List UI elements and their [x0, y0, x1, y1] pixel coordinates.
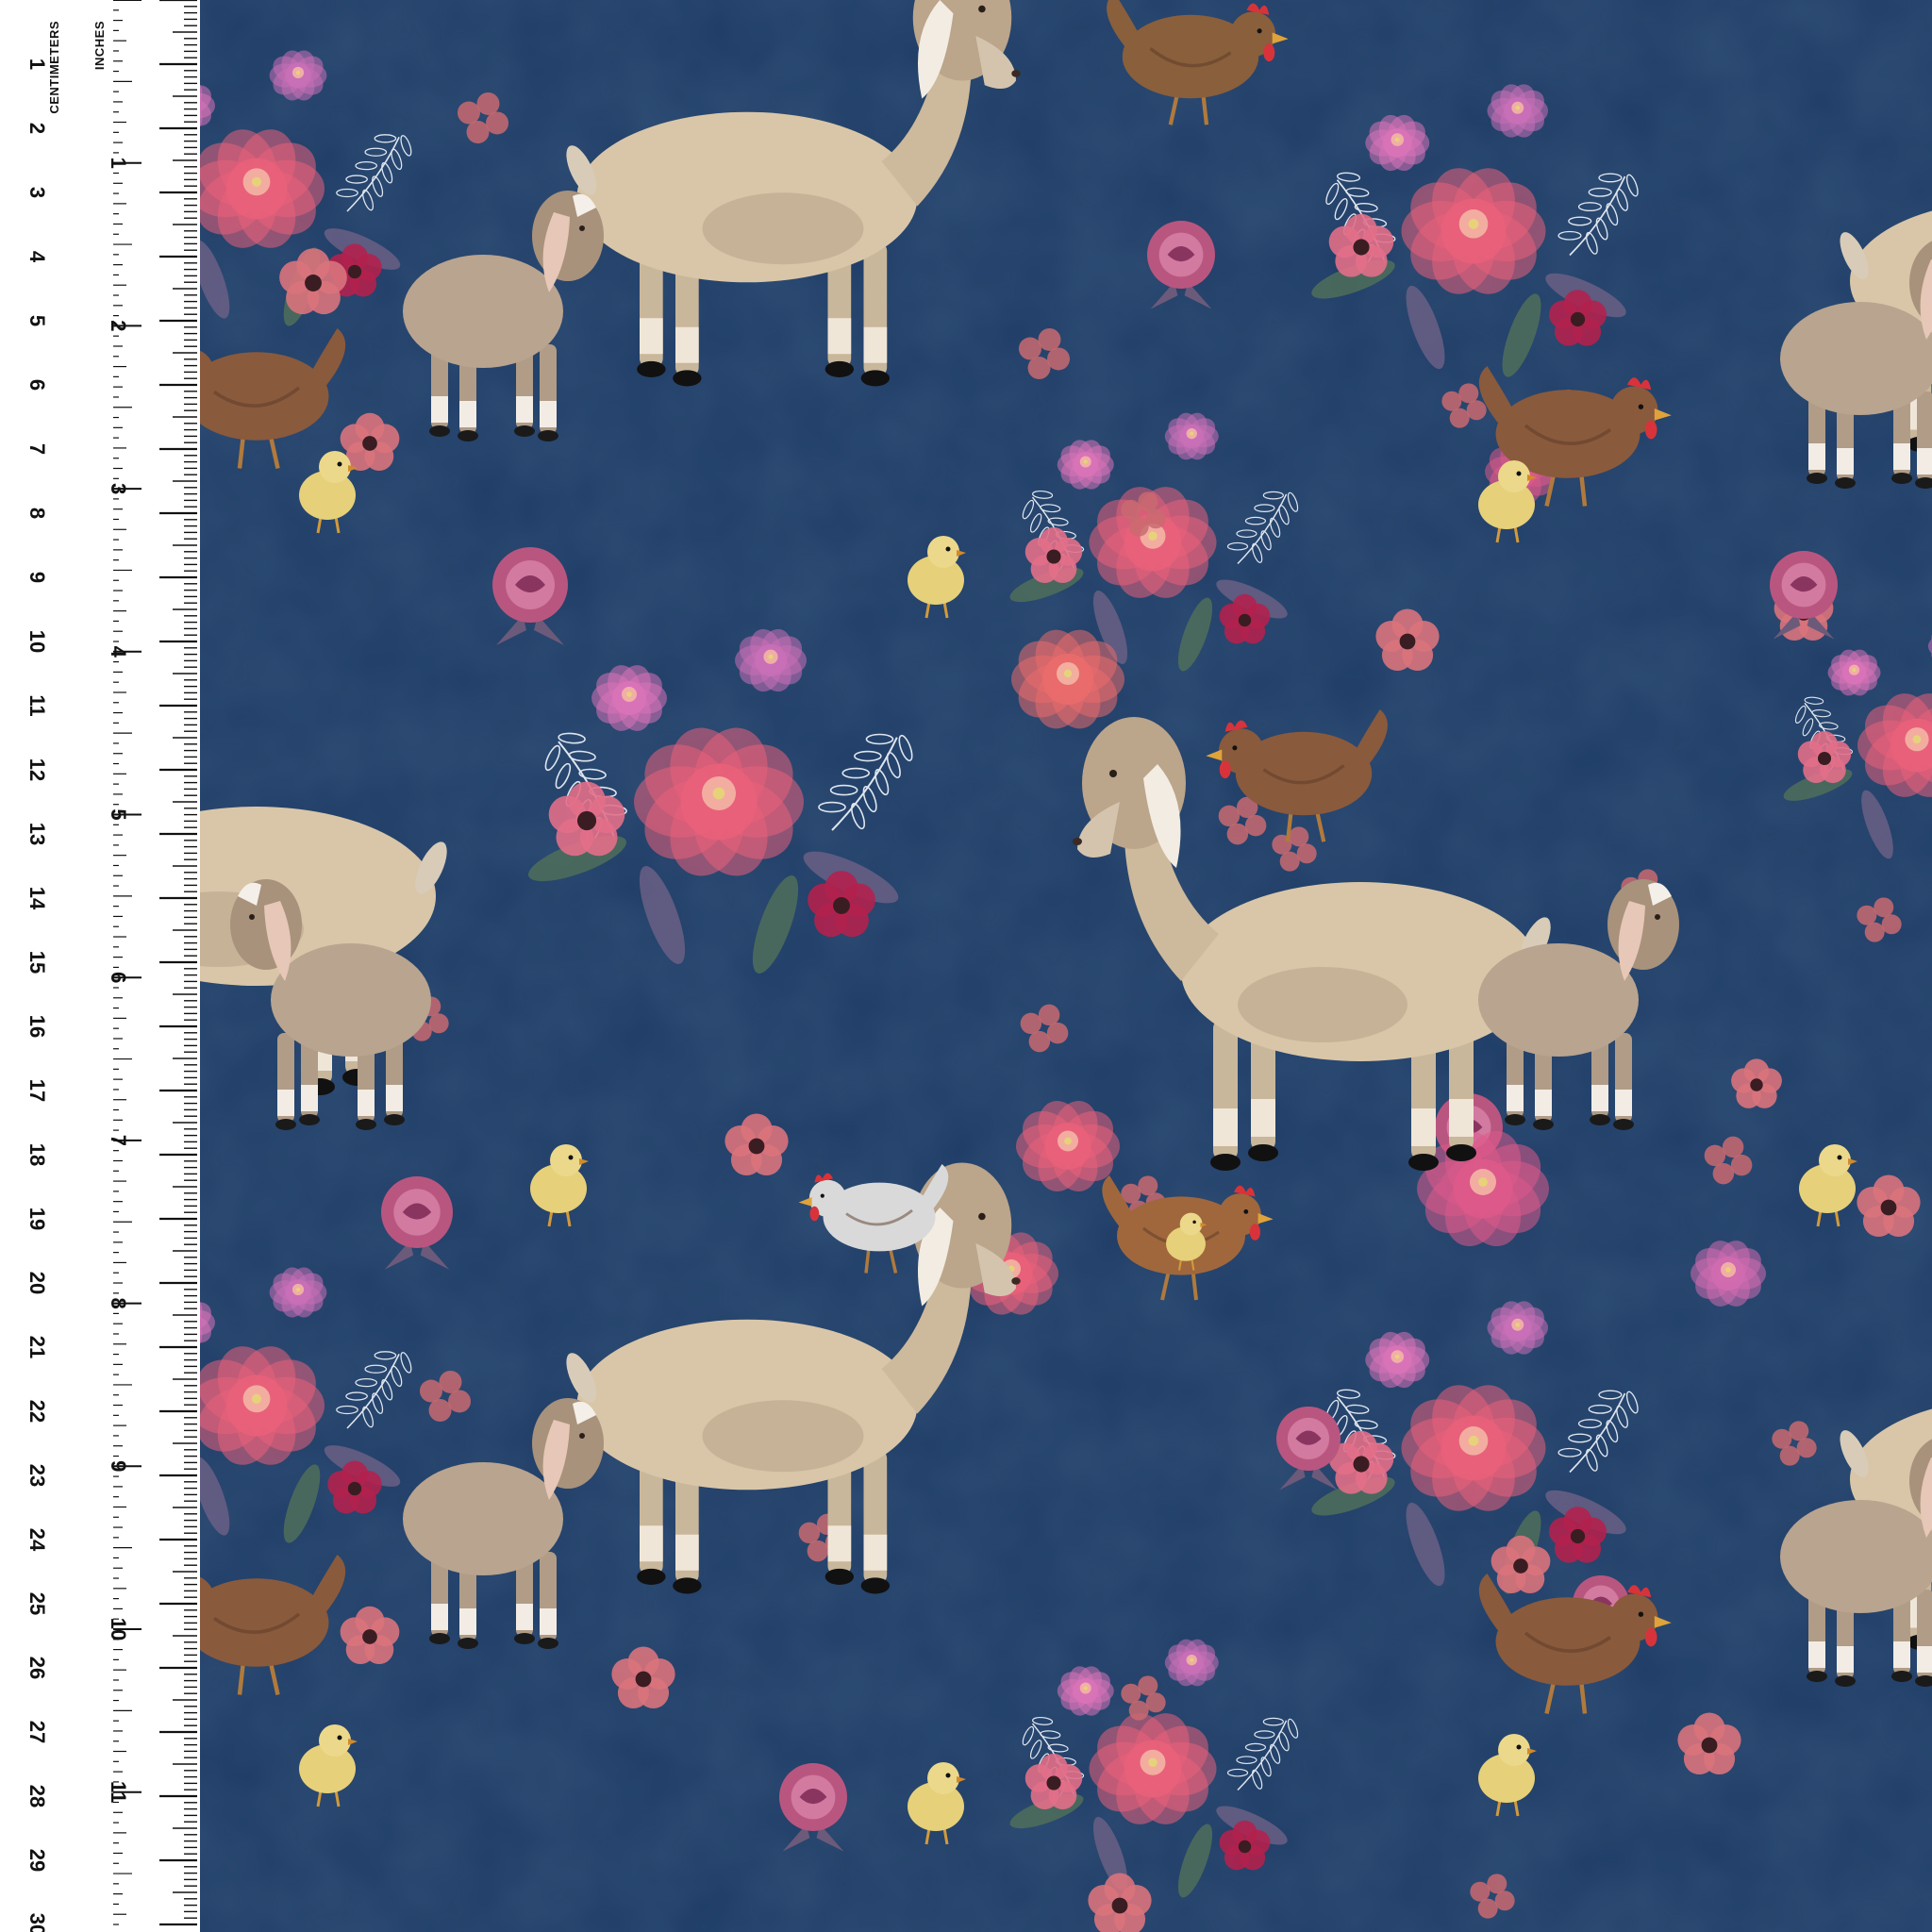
ruler-cm-title: CENTIMETERS	[47, 21, 61, 114]
ruler-cm-number: 27	[25, 1721, 49, 1743]
ruler-inch-number: 11	[107, 1781, 130, 1803]
fabric-pattern	[200, 0, 1932, 1932]
ruler-cm-number: 13	[25, 823, 49, 845]
ruler-cm-number: 4	[25, 251, 49, 263]
ruler-inch-number: 4	[107, 646, 130, 658]
ruler-cm-number: 8	[25, 508, 49, 519]
ruler-cm-number: 25	[25, 1592, 49, 1615]
ruler-cm-number: 28	[25, 1785, 49, 1807]
ruler-cm-number: 21	[25, 1336, 49, 1358]
ruler-cm-number: 18	[25, 1143, 49, 1166]
ruler-cm-number: 14	[25, 887, 49, 910]
ruler-cm-number: 30	[25, 1913, 49, 1932]
ruler-inch-number: 2	[107, 320, 130, 331]
ruler-cm-number: 6	[25, 379, 49, 391]
ruler-cm-number: 19	[25, 1208, 49, 1230]
fabric-print-area	[200, 0, 1932, 1932]
ruler-cm-number: 20	[25, 1272, 49, 1294]
ruler-cm-number: 1	[25, 58, 49, 70]
ruler-cm-number: 22	[25, 1400, 49, 1423]
ruler-inch-number: 6	[107, 972, 130, 983]
ruler-inch-number: 5	[107, 808, 130, 820]
ruler-inch-title: INCHES	[92, 21, 107, 71]
ruler-cm-number: 7	[25, 443, 49, 455]
ruler-cm-number: 23	[25, 1464, 49, 1487]
ruler-ticks: 1234567891011121314151617181920212223242…	[25, 0, 197, 1932]
ruler-cm-number: 17	[25, 1079, 49, 1102]
measuring-ruler: 1 2 3 4 5 6 7 8 9 10 11 12 13 14 15 16 17 18 19 20 21 22 23 24 2…	[0, 0, 203, 1932]
ruler-cm-number: 15	[25, 951, 49, 974]
ruler-cm-number: 16	[25, 1015, 49, 1038]
ruler-cm-number: 29	[25, 1849, 49, 1872]
ruler-cm-number: 24	[25, 1528, 49, 1552]
ruler-inch-number: 9	[107, 1460, 130, 1472]
ruler-cm-number: 26	[25, 1657, 49, 1679]
ruler-cm-number: 5	[25, 315, 49, 326]
ruler-cm-number: 3	[25, 187, 49, 198]
ruler-inch-number: 8	[107, 1297, 130, 1308]
ruler-inch-number: 1	[107, 158, 130, 169]
ruler-cm-number: 9	[25, 572, 49, 583]
ruler-cm-number: 12	[25, 758, 49, 781]
ruler-cm-number: 11	[25, 694, 49, 716]
ruler-inch-number: 7	[107, 1135, 130, 1146]
ruler-inch-number: 3	[107, 483, 130, 494]
ruler-inch-number: 10	[107, 1618, 130, 1641]
ruler-cm-number: 10	[25, 630, 49, 653]
ruler-cm-number: 2	[25, 123, 49, 134]
